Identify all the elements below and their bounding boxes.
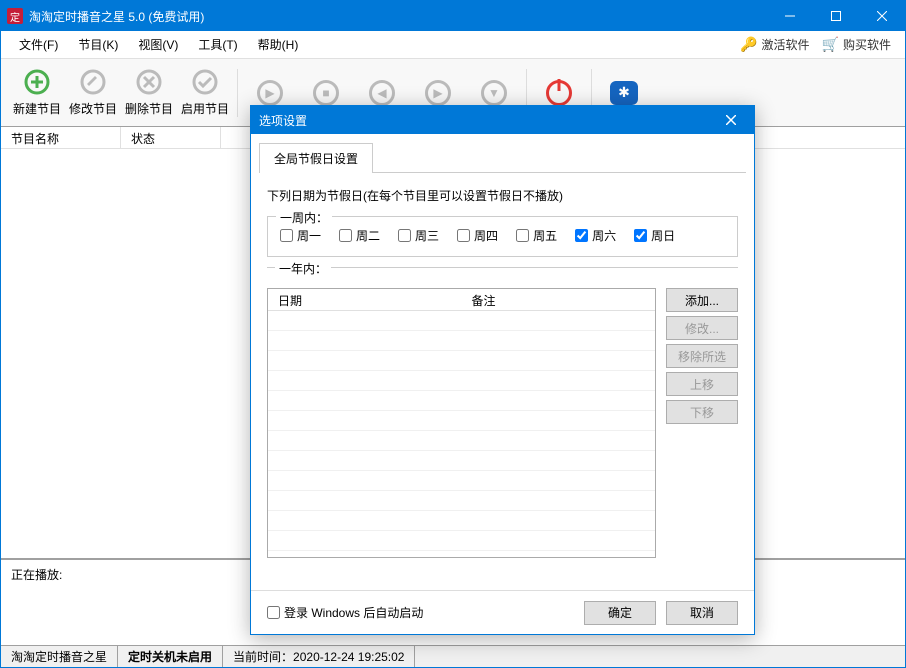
weekday-1[interactable]: 周二 — [339, 227, 380, 244]
next-icon: ▶ — [424, 79, 452, 107]
dialog-footer: 登录 Windows 后自动启动 确定 取消 — [251, 590, 754, 634]
weekly-fieldset: 一周内： 周一周二周三周四周五周六周日 — [267, 216, 738, 257]
menu-program[interactable]: 节目(K) — [68, 32, 128, 57]
autostart-label: 登录 Windows 后自动启动 — [284, 604, 423, 621]
weekday-label-5: 周六 — [592, 227, 616, 244]
menubar: 文件(F) 节目(K) 视图(V) 工具(T) 帮助(H) 🔑 激活软件 🛒 购… — [1, 31, 905, 59]
edit-icon — [79, 68, 107, 96]
add-icon — [23, 68, 51, 96]
delete-icon — [135, 68, 163, 96]
autostart-input[interactable] — [267, 606, 280, 619]
edit-program-button[interactable]: 修改节目 — [65, 63, 121, 123]
power-icon — [545, 79, 573, 107]
stop-icon: ■ — [312, 79, 340, 107]
date-list-body — [268, 311, 655, 559]
yearly-row: 日期 备注 添加... 修改... 移除所选 上移 — [267, 288, 738, 558]
moveup-button[interactable]: 上移 — [666, 372, 738, 396]
cart-icon: 🛒 — [822, 36, 839, 53]
maximize-button[interactable] — [813, 1, 859, 31]
weekly-legend: 一周内： — [276, 209, 332, 226]
dialog-close-button[interactable] — [716, 106, 746, 134]
ok-button[interactable]: 确定 — [584, 601, 656, 625]
date-buttons: 添加... 修改... 移除所选 上移 下移 — [666, 288, 738, 424]
menu-view[interactable]: 视图(V) — [128, 32, 188, 57]
weekday-6[interactable]: 周日 — [634, 227, 675, 244]
weekday-checkbox-6[interactable] — [634, 229, 647, 242]
menu-help[interactable]: 帮助(H) — [248, 32, 309, 57]
menu-file[interactable]: 文件(F) — [9, 32, 68, 57]
app-icon: 定 — [7, 8, 23, 24]
status-shutdown: 定时关机未启用 — [118, 646, 223, 667]
movedown-button[interactable]: 下移 — [666, 400, 738, 424]
date-list-header: 日期 备注 — [268, 289, 655, 311]
weekday-checkbox-1[interactable] — [339, 229, 352, 242]
weekday-4[interactable]: 周五 — [516, 227, 557, 244]
weekday-label-4: 周五 — [533, 227, 557, 244]
new-program-button[interactable]: 新建节目 — [9, 63, 65, 123]
play-icon: ▶ — [256, 79, 284, 107]
weekday-3[interactable]: 周四 — [457, 227, 498, 244]
yearly-fieldset: 一年内： — [267, 267, 738, 278]
status-app: 淘淘定时播音之星 — [1, 646, 118, 667]
tab-content: 下列日期为节假日(在每个节目里可以设置节假日不播放) 一周内： 周一 周二 周三 周四… — [251, 173, 754, 572]
weekday-checkbox-3[interactable] — [457, 229, 470, 242]
date-list[interactable]: 日期 备注 — [267, 288, 656, 558]
dialog-tabs: 全局节假日设置 — [259, 142, 746, 173]
remove-date-button[interactable]: 移除所选 — [666, 344, 738, 368]
col-date[interactable]: 日期 — [268, 289, 462, 310]
weekday-checkbox-2[interactable] — [398, 229, 411, 242]
status-time: 当前时间：2020-12-24 19:25:02 — [223, 646, 415, 667]
statusbar: 淘淘定时播音之星 定时关机未启用 当前时间：2020-12-24 19:25:0… — [1, 645, 905, 667]
menu-tools[interactable]: 工具(T) — [188, 32, 247, 57]
yearly-legend: 一年内： — [275, 260, 331, 277]
weekday-0[interactable]: 周一 — [280, 227, 321, 244]
down-icon: ▼ — [480, 79, 508, 107]
key-icon: 🔑 — [740, 36, 757, 53]
weekday-2[interactable]: 周三 — [398, 227, 439, 244]
check-icon — [191, 68, 219, 96]
close-button[interactable] — [859, 1, 905, 31]
minimize-button[interactable] — [767, 1, 813, 31]
weekday-label-2: 周三 — [415, 227, 439, 244]
weekday-row: 周一 周二 周三 周四 周五 周六 周日 — [280, 227, 725, 244]
weekday-label-6: 周日 — [651, 227, 675, 244]
buy-link[interactable]: 🛒 购买软件 — [816, 34, 897, 55]
dialog-title: 选项设置 — [259, 112, 307, 129]
gear-icon — [610, 79, 638, 107]
holiday-desc: 下列日期为节假日(在每个节目里可以设置节假日不播放) — [267, 187, 738, 204]
weekday-label-1: 周二 — [356, 227, 380, 244]
cancel-button[interactable]: 取消 — [666, 601, 738, 625]
activate-label: 激活软件 — [762, 36, 810, 53]
titlebar: 定 淘淘定时播音之星 5.0 (免费试用) — [1, 1, 905, 31]
main-window: 定 淘淘定时播音之星 5.0 (免费试用) 文件(F) 节目(K) 视图(V) … — [0, 0, 906, 668]
weekday-5[interactable]: 周六 — [575, 227, 616, 244]
activate-link[interactable]: 🔑 激活软件 — [734, 34, 815, 55]
tab-holidays[interactable]: 全局节假日设置 — [259, 143, 373, 173]
col-status[interactable]: 状态 — [121, 127, 221, 148]
edit-date-button[interactable]: 修改... — [666, 316, 738, 340]
enable-program-button[interactable]: 启用节目 — [177, 63, 233, 123]
prev-icon: ◀ — [368, 79, 396, 107]
options-dialog: 选项设置 全局节假日设置 下列日期为节假日(在每个节目里可以设置节假日不播放) … — [250, 105, 755, 635]
autostart-checkbox[interactable]: 登录 Windows 后自动启动 — [267, 604, 423, 621]
dialog-titlebar: 选项设置 — [251, 106, 754, 134]
col-name[interactable]: 节目名称 — [1, 127, 121, 148]
window-controls — [767, 1, 905, 31]
window-title: 淘淘定时播音之星 5.0 (免费试用) — [29, 8, 767, 25]
weekday-checkbox-4[interactable] — [516, 229, 529, 242]
weekday-label-3: 周四 — [474, 227, 498, 244]
add-date-button[interactable]: 添加... — [666, 288, 738, 312]
weekday-checkbox-0[interactable] — [280, 229, 293, 242]
weekday-checkbox-5[interactable] — [575, 229, 588, 242]
dialog-body: 全局节假日设置 下列日期为节假日(在每个节目里可以设置节假日不播放) 一周内： … — [251, 134, 754, 590]
buy-label: 购买软件 — [843, 36, 891, 53]
weekday-label-0: 周一 — [297, 227, 321, 244]
delete-program-button[interactable]: 删除节目 — [121, 63, 177, 123]
col-remark[interactable]: 备注 — [462, 289, 656, 310]
